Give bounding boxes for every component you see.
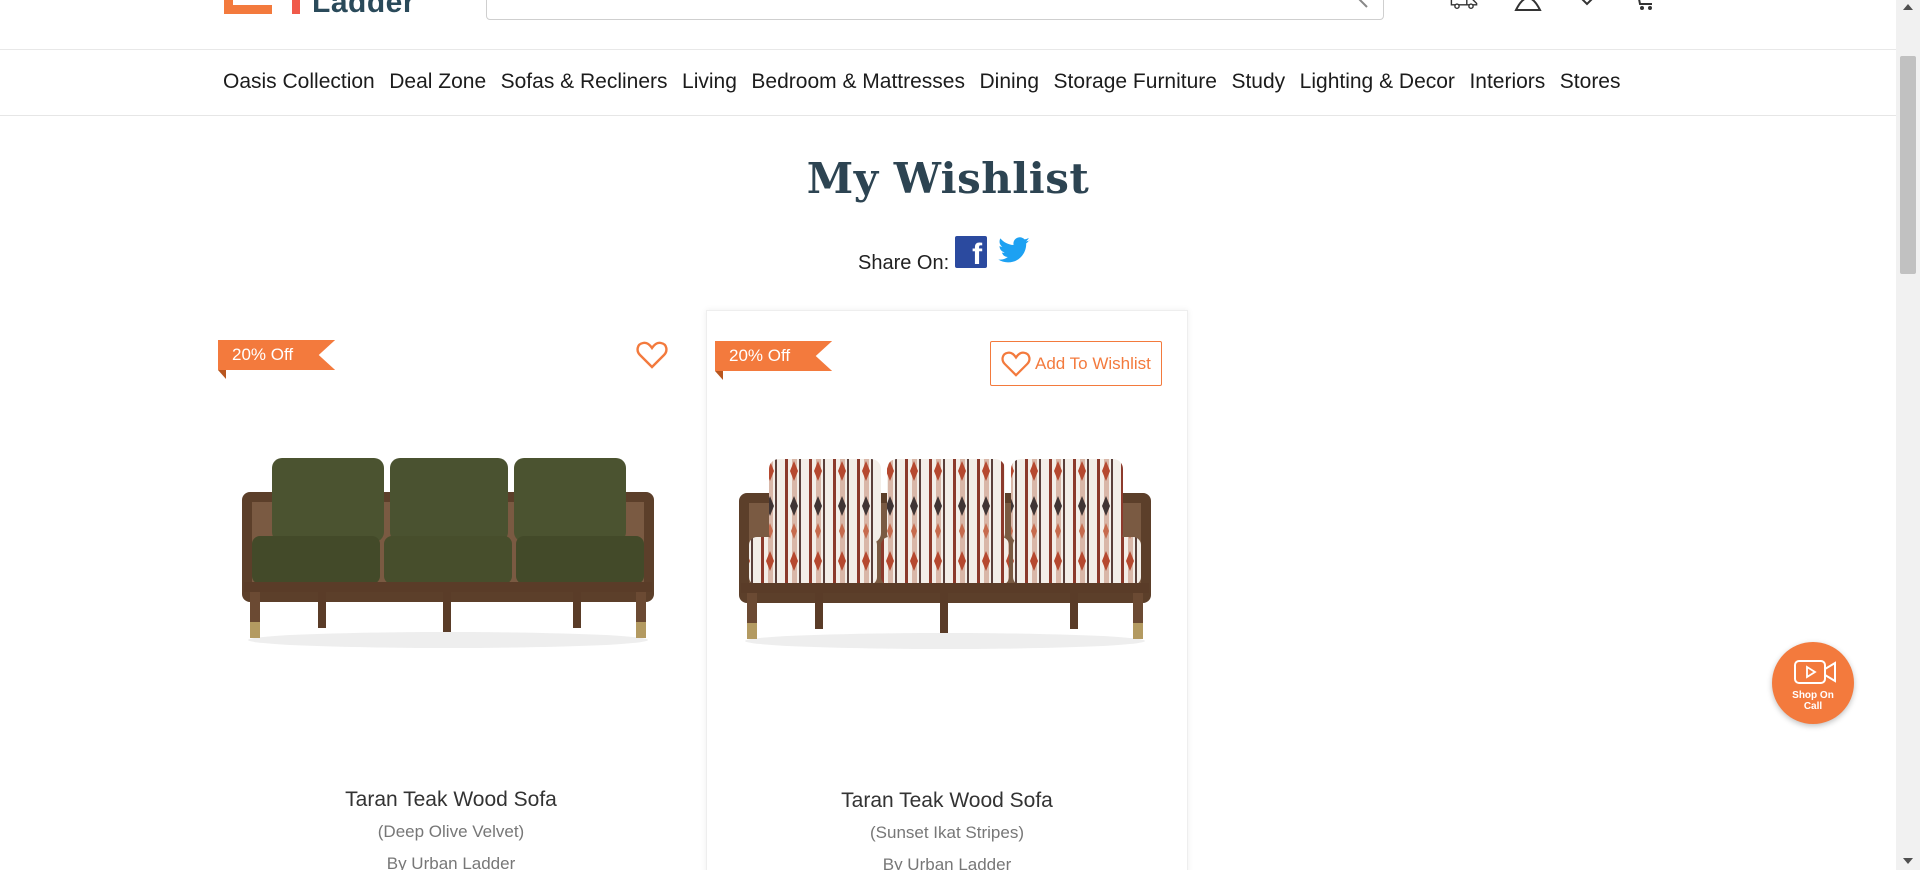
wishlist-product-card[interactable]: 20% Off Add To Wishlist Taran Teak Wood … [706, 310, 1188, 870]
page-scrollbar[interactable] [1896, 0, 1920, 870]
search-input[interactable] [486, 0, 1384, 20]
discount-badge: 20% Off [715, 341, 833, 371]
nav-item-lighting-decor[interactable]: Lighting & Decor [1300, 69, 1455, 95]
nav-item-stores[interactable]: Stores [1560, 69, 1621, 95]
share-label: Share On: [858, 252, 950, 274]
product-image[interactable] [238, 450, 658, 650]
product-image[interactable] [735, 451, 1155, 651]
heart-icon[interactable] [636, 340, 668, 370]
badge-fold [218, 370, 226, 379]
product-name[interactable]: Taran Teak Wood Sofa [707, 789, 1187, 813]
add-to-wishlist-button[interactable]: Add To Wishlist [990, 341, 1162, 386]
shop-on-call-label: Shop On Call [1792, 690, 1834, 712]
nav-item-deal-zone[interactable]: Deal Zone [389, 69, 486, 95]
product-variant: (Deep Olive Velvet) [377, 822, 525, 841]
account-icon[interactable] [1514, 0, 1542, 12]
discount-badge: 20% Off [218, 340, 336, 370]
nav-item-storage-furniture[interactable]: Storage Furniture [1054, 69, 1217, 95]
shop-on-call-button[interactable]: Shop On Call [1772, 642, 1854, 724]
nav-item-dining[interactable]: Dining [980, 69, 1040, 95]
product-brand: By Urban Ladder [386, 854, 516, 870]
nav-item-oasis-collection[interactable]: Oasis Collection [223, 69, 375, 95]
nav-item-living[interactable]: Living [682, 69, 737, 95]
logo-text[interactable]: Ladder [312, 0, 415, 18]
product-brand: By Urban Ladder [882, 855, 1012, 870]
nav-item-sofas-recliners[interactable]: Sofas & Recliners [501, 69, 668, 95]
badge-fold [715, 371, 723, 380]
cart-icon[interactable] [1632, 0, 1656, 12]
search-icon[interactable] [1357, 0, 1371, 13]
twitter-icon[interactable] [997, 236, 1031, 266]
scrollbar-thumb[interactable] [1900, 56, 1916, 274]
nav-item-bedroom-mattresses[interactable]: Bedroom & Mattresses [751, 69, 965, 95]
logo-icon[interactable] [224, 0, 300, 14]
wishlist-product-card[interactable]: 20% Off Taran Teak Wood Sofa (Deep Olive… [210, 310, 692, 870]
product-name[interactable]: Taran Teak Wood Sofa [210, 788, 692, 812]
track-order-icon[interactable] [1450, 0, 1478, 12]
site-header: Ladder [0, 0, 1896, 50]
nav-item-interiors[interactable]: Interiors [1469, 69, 1545, 95]
scroll-up-arrow-icon[interactable] [1903, 4, 1913, 10]
facebook-icon[interactable]: f [955, 236, 988, 270]
nav-item-study[interactable]: Study [1231, 69, 1285, 95]
main-nav: Oasis Collection Deal Zone Sofas & Recli… [0, 51, 1896, 116]
share-row: Share On: f [858, 234, 1031, 275]
scroll-down-arrow-icon[interactable] [1903, 858, 1913, 864]
wishlist-icon[interactable] [1576, 0, 1598, 12]
product-variant: (Sunset Ikat Stripes) [869, 823, 1024, 842]
add-to-wishlist-label: Add To Wishlist [1035, 353, 1151, 373]
heart-icon [1001, 351, 1031, 377]
page-title: My Wishlist [806, 154, 1090, 203]
video-call-icon [1794, 660, 1836, 684]
